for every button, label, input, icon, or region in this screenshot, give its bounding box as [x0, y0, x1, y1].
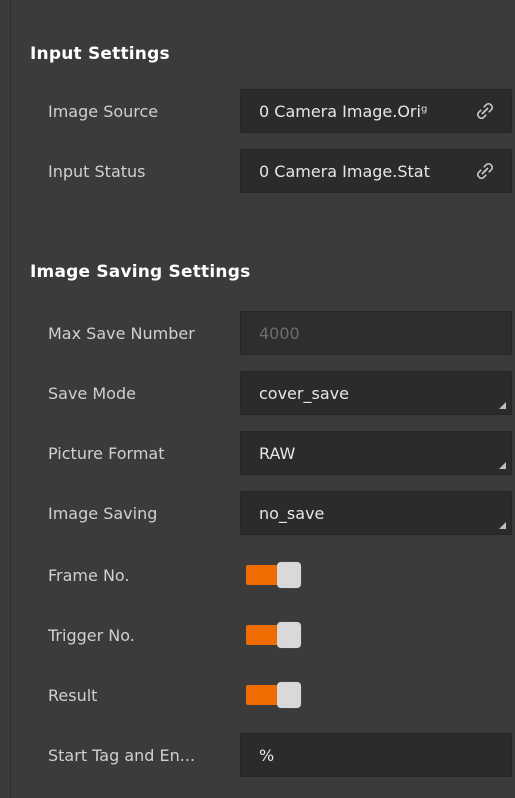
image-saving-label: Image Saving — [48, 504, 158, 523]
max-save-number-field: 4000 — [240, 311, 512, 355]
save-mode-value: cover_save — [259, 383, 349, 403]
image-source-field[interactable]: 0 Camera Image.Oriᵍ — [240, 89, 512, 133]
input-status-value: 0 Camera Image.Stat — [259, 161, 430, 181]
section-title-image-saving-settings: Image Saving Settings — [30, 262, 251, 282]
start-tag-input[interactable]: % — [240, 733, 512, 777]
dropdown-corner-icon — [499, 402, 506, 409]
toggle-knob[interactable] — [277, 562, 301, 588]
max-save-number-value: 4000 — [259, 323, 300, 343]
toggle-knob[interactable] — [277, 682, 301, 708]
image-source-value: 0 Camera Image.Oriᵍ — [259, 101, 428, 121]
frame-no-toggle[interactable] — [246, 562, 302, 588]
dropdown-corner-icon — [499, 522, 506, 529]
image-saving-value: no_save — [259, 503, 325, 523]
image-saving-dropdown[interactable]: no_save — [240, 491, 512, 535]
input-status-field[interactable]: 0 Camera Image.Stat — [240, 149, 512, 193]
section-title-input-settings: Input Settings — [30, 44, 170, 64]
trigger-no-toggle[interactable] — [246, 622, 302, 648]
save-mode-label: Save Mode — [48, 384, 136, 403]
result-label: Result — [48, 686, 98, 705]
input-status-label: Input Status — [48, 162, 146, 181]
picture-format-dropdown[interactable]: RAW — [240, 431, 512, 475]
link-icon[interactable] — [474, 100, 496, 122]
start-tag-label: Start Tag and En... — [48, 746, 196, 765]
image-source-label: Image Source — [48, 102, 159, 121]
picture-format-label: Picture Format — [48, 444, 165, 463]
picture-format-value: RAW — [259, 443, 296, 463]
save-mode-dropdown[interactable]: cover_save — [240, 371, 512, 415]
start-tag-value: % — [259, 745, 275, 765]
toggle-knob[interactable] — [277, 622, 301, 648]
max-save-number-label: Max Save Number — [48, 324, 195, 343]
result-toggle[interactable] — [246, 682, 302, 708]
frame-no-label: Frame No. — [48, 566, 130, 585]
dropdown-corner-icon — [499, 462, 506, 469]
link-icon[interactable] — [474, 160, 496, 182]
trigger-no-label: Trigger No. — [48, 626, 135, 645]
